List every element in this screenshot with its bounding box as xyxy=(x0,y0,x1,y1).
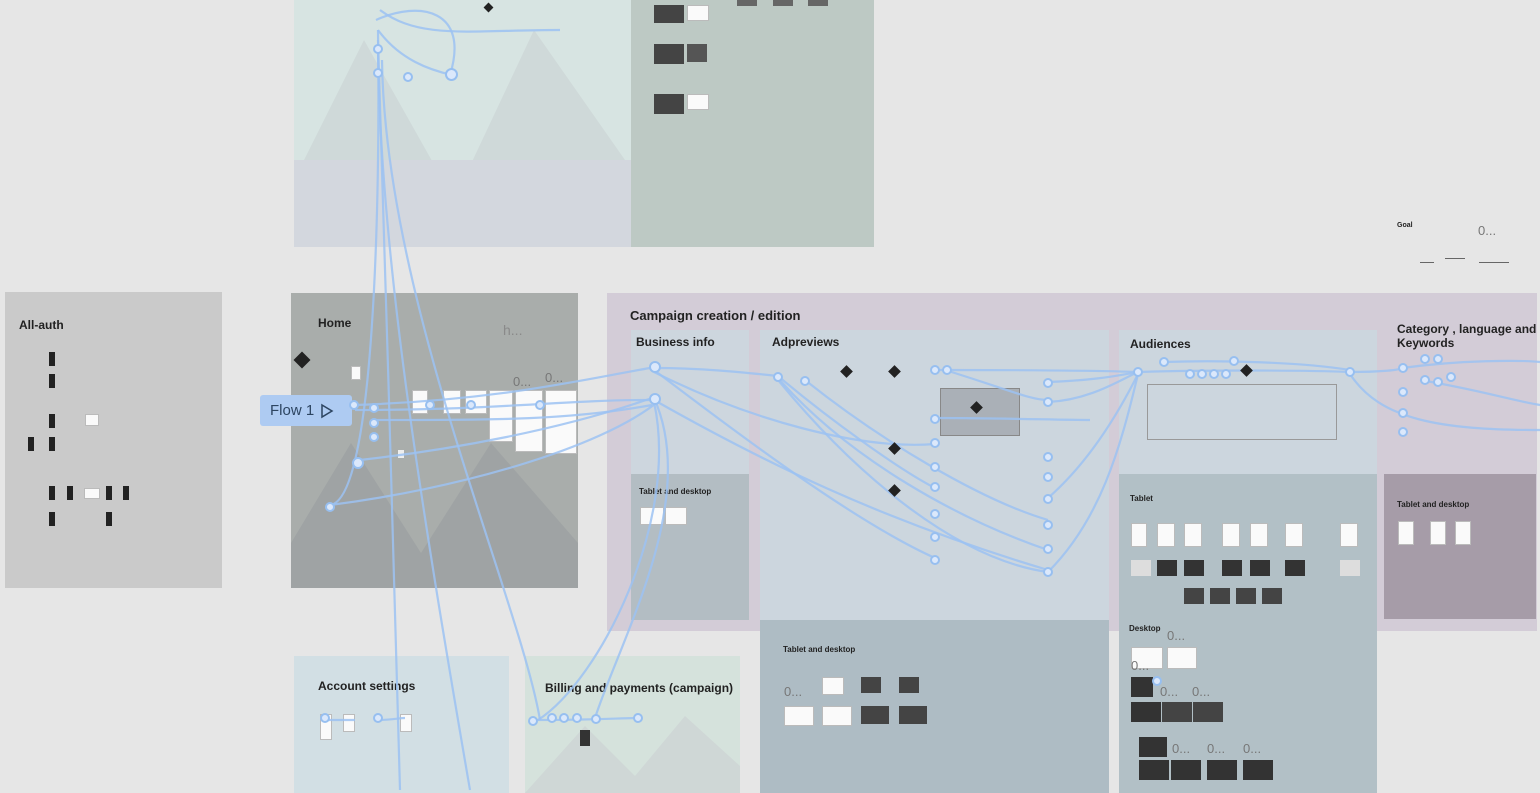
connector-node-icon[interactable] xyxy=(466,400,476,410)
connector-node-icon[interactable] xyxy=(1446,372,1456,382)
connector-node-icon[interactable] xyxy=(547,713,557,723)
connector-node-icon[interactable] xyxy=(1197,369,1207,379)
connector-node-icon[interactable] xyxy=(1433,377,1443,387)
connector-node-icon[interactable] xyxy=(425,400,435,410)
connector-node-icon[interactable] xyxy=(535,400,545,410)
connector-node-icon[interactable] xyxy=(369,418,379,428)
connector-node-icon[interactable] xyxy=(1043,520,1053,530)
connector-node-icon[interactable] xyxy=(942,365,952,375)
connector-node-icon[interactable] xyxy=(369,403,379,413)
connector-node-icon[interactable] xyxy=(1420,375,1430,385)
connector-node-icon[interactable] xyxy=(930,509,940,519)
connector-node-icon[interactable] xyxy=(1185,369,1195,379)
connector-node-icon[interactable] xyxy=(1043,494,1053,504)
connector-node-icon[interactable] xyxy=(373,713,383,723)
connector-node-icon[interactable] xyxy=(1398,387,1408,397)
connector-node-icon[interactable] xyxy=(403,72,413,82)
connector-node-icon[interactable] xyxy=(930,414,940,424)
connector-node-icon[interactable] xyxy=(1221,369,1231,379)
connector-node-icon[interactable] xyxy=(1420,354,1430,364)
connector-node-icon[interactable] xyxy=(1398,427,1408,437)
connector-node-icon[interactable] xyxy=(930,532,940,542)
connector-node-icon[interactable] xyxy=(930,365,940,375)
connector-node-icon[interactable] xyxy=(1043,397,1053,407)
connector-node-icon[interactable] xyxy=(591,714,601,724)
connector-node-icon[interactable] xyxy=(649,393,661,405)
connector-node-icon[interactable] xyxy=(325,502,335,512)
flow-connectors xyxy=(325,9,1540,791)
connector-node-icon[interactable] xyxy=(1345,367,1355,377)
connector-node-icon[interactable] xyxy=(930,438,940,448)
connector-node-icon[interactable] xyxy=(1209,369,1219,379)
connector-node-icon[interactable] xyxy=(930,462,940,472)
connector-node-icon[interactable] xyxy=(1433,354,1443,364)
connector-node-icon[interactable] xyxy=(1398,408,1408,418)
connector-node-icon[interactable] xyxy=(800,376,810,386)
connector-node-icon[interactable] xyxy=(1043,567,1053,577)
connector-node-icon[interactable] xyxy=(1159,357,1169,367)
connector-node-icon[interactable] xyxy=(930,555,940,565)
connector-node-icon[interactable] xyxy=(1133,367,1143,377)
connector-node-icon[interactable] xyxy=(352,457,364,469)
connector-node-icon[interactable] xyxy=(559,713,569,723)
connector-node-icon[interactable] xyxy=(633,713,643,723)
connector-node-icon[interactable] xyxy=(649,361,661,373)
connector-node-icon[interactable] xyxy=(369,432,379,442)
connector-node-icon[interactable] xyxy=(373,44,383,54)
connector-node-icon[interactable] xyxy=(1152,676,1162,686)
connector-node-icon[interactable] xyxy=(773,372,783,382)
connector-node-icon[interactable] xyxy=(930,482,940,492)
connector-node-icon[interactable] xyxy=(445,68,458,81)
connector-node-icon[interactable] xyxy=(572,713,582,723)
connector-node-icon[interactable] xyxy=(1043,544,1053,554)
connector-node-icon[interactable] xyxy=(528,716,538,726)
connector-node-icon[interactable] xyxy=(320,713,330,723)
connector-node-icon[interactable] xyxy=(1043,452,1053,462)
connector-node-icon[interactable] xyxy=(1398,363,1408,373)
connector-node-icon[interactable] xyxy=(1229,356,1239,366)
connector-node-icon[interactable] xyxy=(349,400,359,410)
connector-node-icon[interactable] xyxy=(1043,378,1053,388)
connector-node-icon[interactable] xyxy=(1043,472,1053,482)
connector-node-icon[interactable] xyxy=(373,68,383,78)
